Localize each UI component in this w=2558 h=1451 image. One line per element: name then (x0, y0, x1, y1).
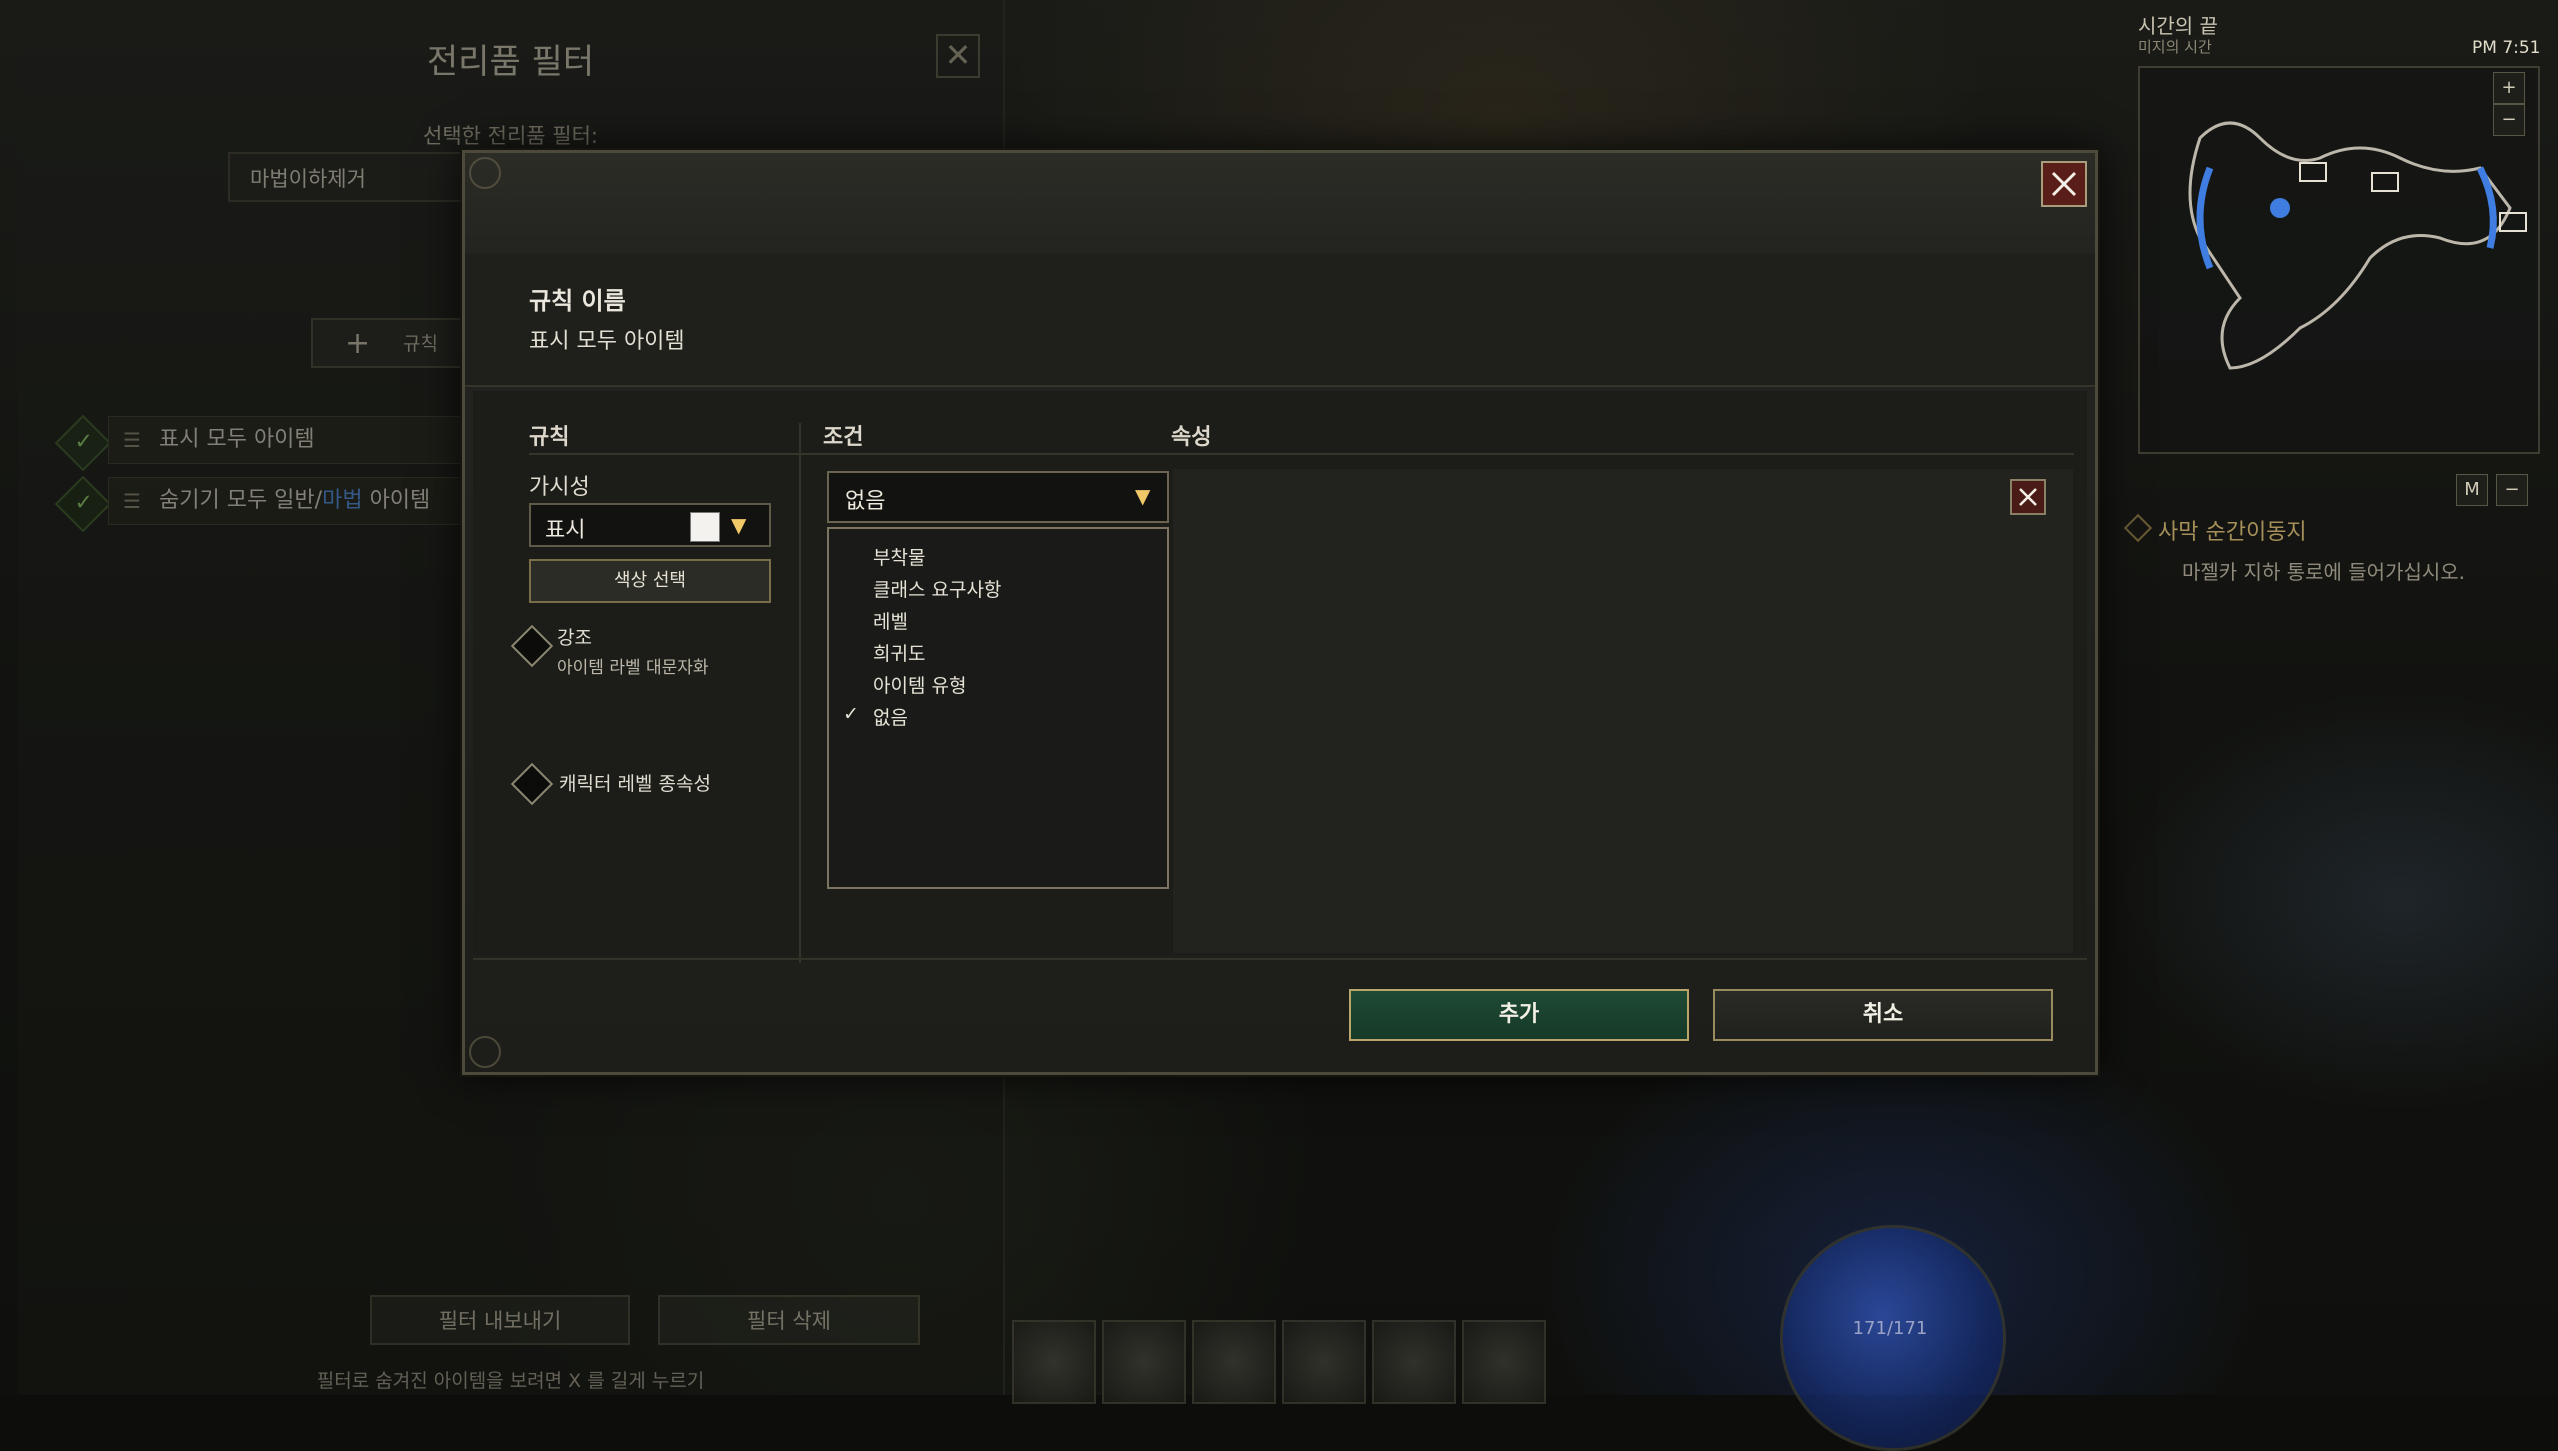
rule-label: 표시 모두 아이템 (159, 427, 315, 452)
condition-dropdown-menu: 부착물 클래스 요구사항 레벨 희귀도 아이템 유형 ✓ 없음 (827, 527, 1169, 889)
quest-title: 사막 순간이동지 (2158, 520, 2307, 545)
dropdown-arrow-icon: ▼ (1135, 484, 1151, 508)
hidden-items-hint: 필터로 숨겨진 아이템을 보려면 X 를 길게 누르기 (316, 1370, 705, 1392)
add-button[interactable]: 추가 (1349, 989, 1689, 1041)
visibility-dropdown[interactable]: 표시 ▼ (529, 503, 771, 547)
footer-divider (473, 958, 2087, 960)
health-text: 171/171 (1852, 1318, 1928, 1339)
rule-label-suffix: 아이템 (362, 488, 431, 513)
map-key-button[interactable]: M (2456, 474, 2488, 506)
ornament-icon (469, 1036, 501, 1068)
skill-slot[interactable] (1012, 1320, 1096, 1404)
rule-enabled-checkbox[interactable]: ✓ (54, 475, 112, 533)
condition-option-none[interactable]: 없음 (873, 703, 908, 730)
rule-name-section (465, 253, 2095, 387)
close-icon (2051, 171, 2077, 197)
rule-column-header: 규칙 (529, 425, 570, 450)
dialog-close-button[interactable] (2041, 161, 2087, 207)
add-rule-label: 규칙 (403, 333, 438, 355)
skill-slot[interactable] (1282, 1320, 1366, 1404)
color-select-button[interactable]: 색상 선택 (529, 559, 771, 603)
checkmark-icon: ✓ (74, 429, 93, 455)
checkmark-icon: ✓ (843, 703, 859, 725)
condition-option-class-req[interactable]: 클래스 요구사항 (873, 575, 1001, 602)
plus-icon: + (345, 326, 371, 361)
checkmark-icon: ✓ (74, 490, 93, 516)
visibility-value: 표시 (545, 518, 586, 543)
rule-enabled-checkbox[interactable]: ✓ (54, 414, 112, 472)
export-filter-button[interactable]: 필터 내보내기 (370, 1295, 630, 1345)
condition-value: 없음 (845, 489, 886, 514)
condition-option-item-type[interactable]: 아이템 유형 (873, 671, 966, 698)
visibility-label: 가시성 (529, 475, 590, 500)
zone-subtitle: 미지의 시간 (2138, 38, 2212, 56)
drag-handle-icon[interactable]: ☰ (123, 478, 141, 524)
ornament-icon (469, 157, 501, 189)
emphasis-description: 아이템 라벨 대문자화 (557, 658, 709, 678)
remove-condition-button[interactable] (2010, 479, 2046, 515)
attribute-column-header: 속성 (1171, 425, 1212, 450)
minimap-zoom-out-button[interactable]: − (2493, 104, 2525, 136)
zone-title: 시간의 끝 (2138, 14, 2218, 38)
drag-handle-icon[interactable]: ☰ (123, 417, 141, 463)
emphasis-label: 강조 (557, 627, 592, 649)
column-divider (799, 423, 801, 963)
header-divider (529, 453, 2074, 455)
close-icon (2019, 488, 2037, 506)
char-level-label: 캐릭터 레벨 종속성 (559, 773, 711, 795)
rule-label-magic: 마법 (322, 488, 363, 513)
rule-label-prefix: 숨기기 모두 일반/ (159, 488, 323, 513)
delete-filter-button[interactable]: 필터 삭제 (658, 1295, 920, 1345)
loot-filter-title: 전리품 필터 (426, 42, 595, 82)
minimap-paths (2188, 121, 2527, 370)
attribute-area (1173, 469, 2073, 953)
skill-slot[interactable] (1462, 1320, 1546, 1404)
skill-slot[interactable] (1192, 1320, 1276, 1404)
minimap-collapse-button[interactable]: − (2496, 474, 2528, 506)
edit-rule-dialog: 규칙 이름 표시 모두 아이템 규칙 조건 속성 가시성 표시 ▼ 색상 선택 … (462, 150, 2098, 1075)
loot-filter-close-button[interactable]: ✕ (936, 34, 980, 78)
cancel-button[interactable]: 취소 (1713, 989, 2053, 1041)
rule-name-label: 규칙 이름 (529, 287, 626, 315)
color-swatch[interactable] (690, 512, 720, 542)
skill-slot[interactable] (1372, 1320, 1456, 1404)
condition-dropdown[interactable]: 없음 ▼ (827, 471, 1169, 523)
game-time: PM 7:51 (2472, 38, 2541, 58)
condition-option-level[interactable]: 레벨 (873, 607, 908, 634)
dialog-header (465, 153, 2095, 254)
minimap[interactable] (2138, 66, 2540, 454)
skill-slot[interactable] (1102, 1320, 1186, 1404)
minimap-zoom-in-button[interactable]: + (2493, 72, 2525, 104)
condition-column-header: 조건 (823, 425, 864, 450)
condition-option-rarity[interactable]: 희귀도 (873, 639, 925, 666)
selected-filter-label: 선택한 전리품 필터: (423, 124, 598, 148)
condition-option-affix[interactable]: 부착물 (873, 543, 925, 570)
quest-objective: 마젤카 지하 통로에 들어가십시오. (2182, 560, 2466, 584)
rule-name-value[interactable]: 표시 모두 아이템 (529, 323, 685, 355)
dropdown-arrow-icon: ▼ (731, 513, 747, 537)
